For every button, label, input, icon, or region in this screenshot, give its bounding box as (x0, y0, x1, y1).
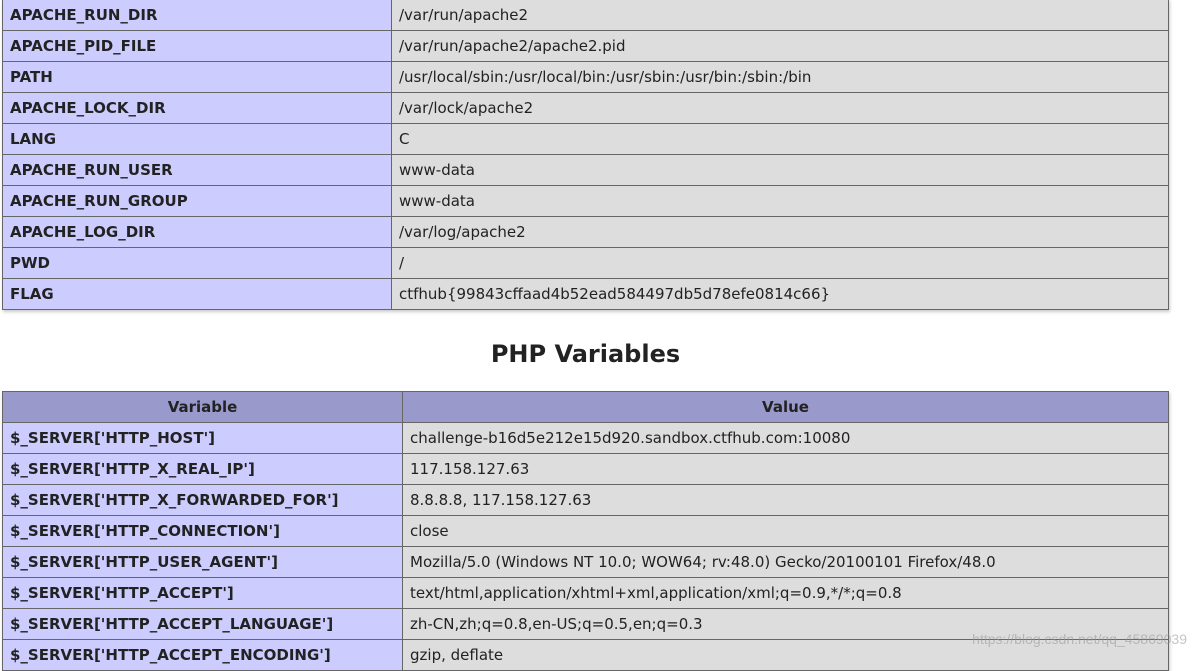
env-key: FLAG (2, 278, 392, 310)
env-key: APACHE_LOG_DIR (2, 216, 392, 248)
variable-key: $_SERVER['HTTP_USER_AGENT'] (2, 546, 403, 578)
env-key: APACHE_RUN_DIR (2, 0, 392, 31)
variable-key: $_SERVER['HTTP_X_REAL_IP'] (2, 453, 403, 485)
variable-value: text/html,application/xhtml+xml,applicat… (402, 577, 1169, 609)
env-value: /var/lock/apache2 (391, 92, 1169, 124)
env-key: PATH (2, 61, 392, 93)
variable-value: challenge-b16d5e212e15d920.sandbox.ctfhu… (402, 422, 1169, 454)
variable-value: Mozilla/5.0 (Windows NT 10.0; WOW64; rv:… (402, 546, 1169, 578)
variable-key: $_SERVER['HTTP_ACCEPT'] (2, 577, 403, 609)
env-value: /var/run/apache2/apache2.pid (391, 30, 1169, 62)
table-row: APACHE_PID_FILE/var/run/apache2/apache2.… (2, 30, 1169, 62)
variable-value: 117.158.127.63 (402, 453, 1169, 485)
table-row: APACHE_RUN_USER www-data (2, 154, 1169, 186)
table-row: $_SERVER['HTTP_X_FORWARDED_FOR'] 8.8.8.8,… (2, 484, 1169, 516)
table-row: $_SERVER['HTTP_ACCEPT'] text/html,applica… (2, 577, 1169, 609)
table-row: $_SERVER['HTTP_USER_AGENT'] Mozilla/5.0 (… (2, 546, 1169, 578)
env-value: www-data (391, 185, 1169, 217)
variable-key: $_SERVER['HTTP_ACCEPT_ENCODING'] (2, 639, 403, 671)
table-row: APACHE_LOG_DIR/var/log/apache2 (2, 216, 1169, 248)
env-key: APACHE_RUN_USER (2, 154, 392, 186)
column-header-variable: Variable (2, 391, 403, 423)
table-row: LANG C (2, 123, 1169, 155)
variable-value: 8.8.8.8, 117.158.127.63 (402, 484, 1169, 516)
variable-key: $_SERVER['HTTP_CONNECTION'] (2, 515, 403, 547)
env-value: /usr/local/sbin:/usr/local/bin:/usr/sbin… (391, 61, 1169, 93)
variable-value: close (402, 515, 1169, 547)
env-key: APACHE_RUN_GROUP (2, 185, 392, 217)
env-key: PWD (2, 247, 392, 279)
env-value: /var/run/apache2 (391, 0, 1169, 31)
section-title-php-variables: PHP Variables (490, 340, 681, 368)
watermark: https://blog.csdn.net/qq_45869039 (972, 631, 1187, 647)
env-value: C (391, 123, 1169, 155)
column-header-value: Value (402, 391, 1169, 423)
table-row: APACHE_RUN_GROUP www-data (2, 185, 1169, 217)
env-key: LANG (2, 123, 392, 155)
variable-key: $_SERVER['HTTP_ACCEPT_LANGUAGE'] (2, 608, 403, 640)
env-value: / (391, 247, 1169, 279)
env-value: ctfhub{99843cffaad4b52ead584497db5d78efe… (391, 278, 1169, 310)
env-key: APACHE_LOCK_DIR (2, 92, 392, 124)
table-header-row: Variable Value (2, 391, 1169, 423)
table-row: FLAG ctfhub{99843cffaad4b52ead584497db5d7… (2, 278, 1169, 310)
table-row: PATH/usr/local/sbin:/usr/local/bin:/usr/… (2, 61, 1169, 93)
variable-key: $_SERVER['HTTP_X_FORWARDED_FOR'] (2, 484, 403, 516)
table-row: $_SERVER['HTTP_CONNECTION'] close (2, 515, 1169, 547)
variable-key: $_SERVER['HTTP_HOST'] (2, 422, 403, 454)
table-row: APACHE_LOCK_DIR/var/lock/apache2 (2, 92, 1169, 124)
php-variables-table: Variable Value $_SERVER['HTTP_HOST'] chal… (2, 391, 1169, 671)
env-key: APACHE_PID_FILE (2, 30, 392, 62)
table-row: $_SERVER['HTTP_X_REAL_IP'] 117.158.127.63 (2, 453, 1169, 485)
env-value: www-data (391, 154, 1169, 186)
table-row: APACHE_RUN_DIR/var/run/apache2 (2, 0, 1169, 31)
table-row: PWD / (2, 247, 1169, 279)
env-value: /var/log/apache2 (391, 216, 1169, 248)
table-row: $_SERVER['HTTP_HOST'] challenge-b16d5e212… (2, 422, 1169, 454)
environment-table: APACHE_RUN_DIR/var/run/apache2 APACHE_PI… (2, 0, 1169, 310)
